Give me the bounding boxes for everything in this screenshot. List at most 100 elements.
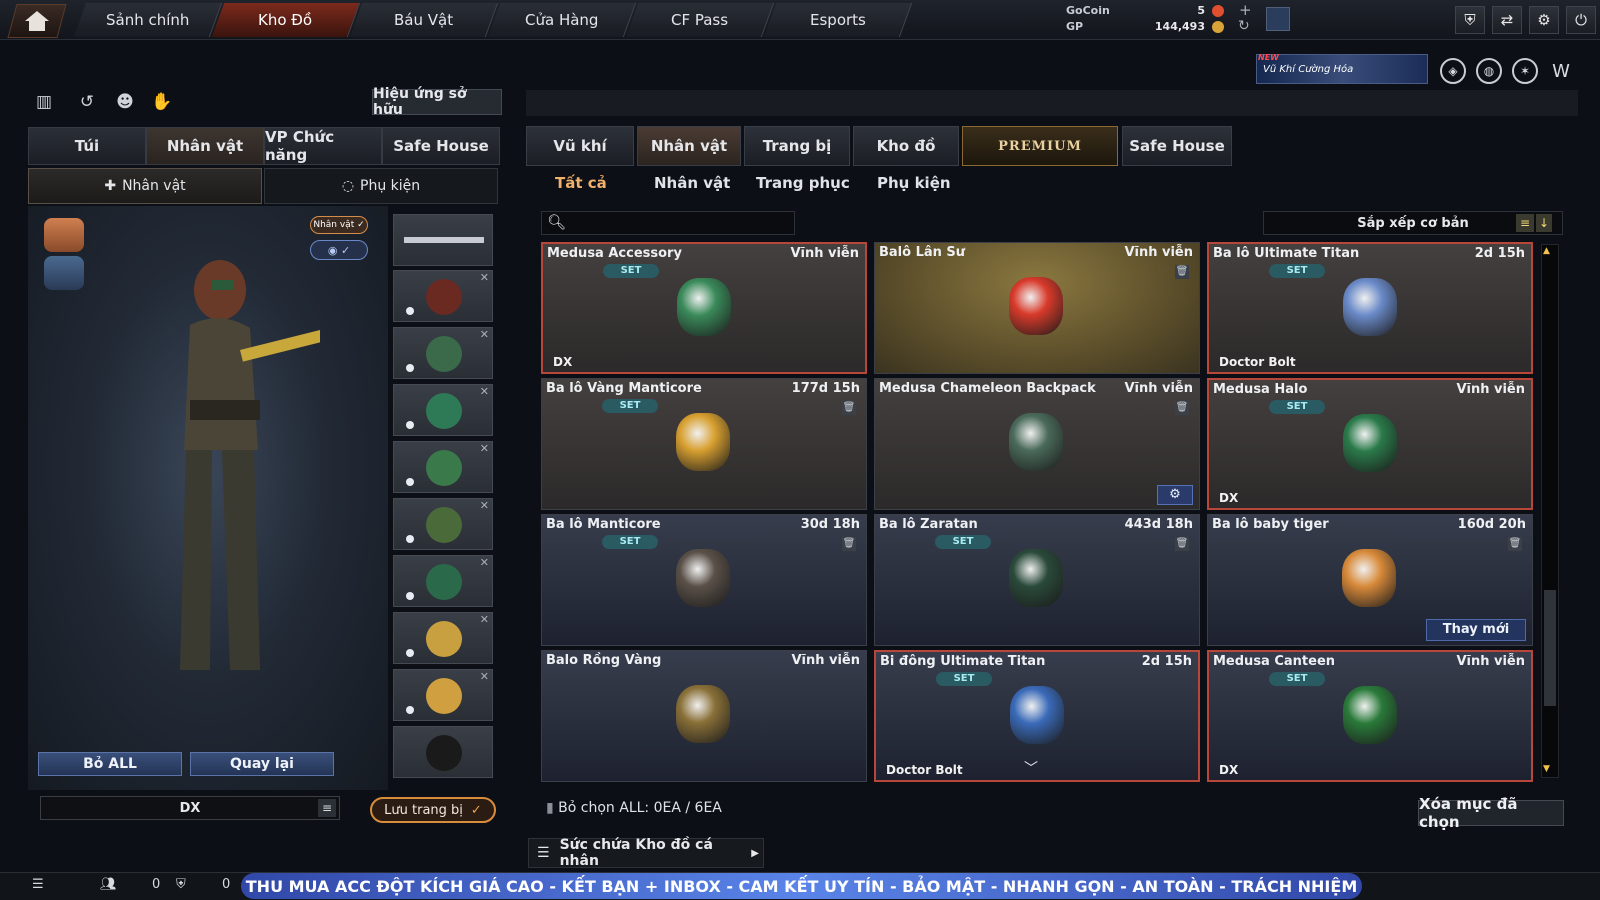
- trash-icon[interactable]: 🗑︎: [1175, 537, 1189, 551]
- equip-slot[interactable]: [393, 726, 493, 778]
- home-button[interactable]: [7, 4, 67, 38]
- character-icon[interactable]: ☻: [114, 92, 136, 114]
- remove-icon[interactable]: ✕: [480, 670, 489, 683]
- remove-icon[interactable]: ✕: [480, 499, 489, 512]
- sort-order-icon[interactable]: ↓: [1536, 214, 1552, 232]
- search-icon[interactable]: 🔍︎: [547, 213, 566, 231]
- remove-icon[interactable]: ✕: [480, 613, 489, 626]
- category-tab[interactable]: PREMIUM: [962, 126, 1118, 166]
- delete-selected-button[interactable]: Xóa mục đã chọn: [1418, 795, 1564, 831]
- remove-icon[interactable]: ✕: [480, 556, 489, 569]
- equip-slot[interactable]: [393, 214, 493, 266]
- category-tab[interactable]: Nhân vật: [637, 126, 741, 166]
- nav-tab[interactable]: Cửa Hàng: [487, 3, 637, 37]
- character-tag[interactable]: Nhân vật ✓: [310, 216, 368, 234]
- v-logo-icon[interactable]: W: [1548, 58, 1574, 84]
- item-card[interactable]: Ba lô Vàng Manticore 177d 15h SET 🗑︎: [541, 378, 867, 510]
- equip-slot[interactable]: ✕: [393, 384, 493, 436]
- trash-icon[interactable]: 🗑︎: [842, 401, 856, 415]
- remove-icon[interactable]: ✕: [480, 271, 489, 284]
- back-button[interactable]: Quay lại: [190, 752, 334, 776]
- preset-select[interactable]: DX: [40, 796, 340, 820]
- item-card[interactable]: Balô Lân Sư Vĩnh viễn 🗑︎: [874, 242, 1200, 374]
- nav-tab[interactable]: Esports: [763, 3, 913, 37]
- item-card[interactable]: Medusa Canteen Vĩnh viễn SET DX: [1207, 650, 1533, 782]
- star-map-icon[interactable]: [1266, 7, 1290, 31]
- list-icon[interactable]: ☰: [32, 877, 44, 892]
- item-card[interactable]: Ba lô Ultimate Titan 2d 15h SET Doctor Bolt: [1207, 242, 1533, 374]
- item-card[interactable]: Balo Rồng Vàng Vĩnh viễn: [541, 650, 867, 782]
- category-tab[interactable]: Vũ khí: [526, 126, 634, 166]
- trash-icon[interactable]: 🗑︎: [1508, 537, 1522, 551]
- filter-tab[interactable]: Phụ kiện: [877, 174, 951, 196]
- item-card[interactable]: Medusa Halo Vĩnh viễn SET DX: [1207, 378, 1533, 510]
- left-tab[interactable]: VP Chức năng: [264, 127, 382, 165]
- exchange-icon[interactable]: ⇄: [1492, 6, 1522, 34]
- nav-tab[interactable]: Sảnh chính: [73, 3, 223, 37]
- equip-slot[interactable]: ✕: [393, 327, 493, 379]
- equip-slot[interactable]: ✕: [393, 612, 493, 664]
- globe-icon[interactable]: ◍: [1476, 58, 1502, 84]
- owned-effects-button[interactable]: Hiệu ứng sở hữu: [372, 86, 502, 118]
- search-input[interactable]: [541, 211, 795, 235]
- category-tab[interactable]: Safe House: [1122, 126, 1232, 166]
- shield-icon[interactable]: ⛨: [1455, 6, 1485, 34]
- remove-icon[interactable]: ✕: [480, 385, 489, 398]
- deselect-all[interactable]: ▮ Bỏ chọn ALL: 0EA / 6EA: [546, 800, 722, 816]
- replace-button[interactable]: Thay mới: [1426, 619, 1526, 641]
- trash-icon[interactable]: 🗑︎: [1175, 265, 1189, 279]
- remove-icon[interactable]: ✕: [480, 442, 489, 455]
- wolf-icon[interactable]: ✶: [1512, 58, 1538, 84]
- scroll-thumb[interactable]: [1544, 590, 1556, 706]
- left-tab[interactable]: Safe House: [382, 127, 500, 165]
- subtab-character[interactable]: ✚ Nhân vật: [28, 168, 262, 204]
- category-tab[interactable]: Trang bị: [744, 126, 850, 166]
- nav-tab[interactable]: Báu Vật: [349, 3, 499, 37]
- refresh-icon[interactable]: ↻: [1238, 18, 1250, 34]
- list-view-icon[interactable]: ≡: [1516, 214, 1534, 232]
- equip-slot[interactable]: ✕: [393, 441, 493, 493]
- add-icon[interactable]: +: [1239, 1, 1252, 19]
- item-card[interactable]: Bi đông Ultimate Titan 2d 15h SET Doctor Bo…: [874, 650, 1200, 782]
- view-toggle[interactable]: ◉ ✓: [310, 240, 368, 260]
- trash-icon[interactable]: 🗑︎: [1175, 401, 1189, 415]
- emblem-icon[interactable]: ◈: [1440, 58, 1466, 84]
- filter-tab[interactable]: Trang phục: [756, 174, 850, 196]
- item-card[interactable]: Medusa Chameleon Backpack Vĩnh viễn 🗑︎ ⚙: [874, 378, 1200, 510]
- history-icon[interactable]: ↺: [76, 92, 98, 114]
- promo-banner[interactable]: Vũ Khí Cường Hóa: [1256, 54, 1428, 84]
- item-card[interactable]: Ba lô Manticore 30d 18h SET 🗑︎: [541, 514, 867, 646]
- filter-tab[interactable]: Tất cả: [555, 174, 607, 196]
- class-badge-icon[interactable]: [44, 218, 84, 252]
- chevron-down-icon[interactable]: ﹀: [1024, 758, 1038, 778]
- trash-icon[interactable]: 🗑︎: [842, 537, 856, 551]
- storage-capacity[interactable]: ☰ Sức chứa Kho đồ cá nhân ▶: [528, 837, 764, 869]
- item-card[interactable]: Ba lô baby tiger 160d 20h 🗑︎ Thay mới: [1207, 514, 1533, 646]
- left-tab[interactable]: Nhân vật: [146, 127, 264, 165]
- equip-slot[interactable]: ✕: [393, 498, 493, 550]
- category-tab[interactable]: Kho đồ: [853, 126, 959, 166]
- filter-tab[interactable]: Nhân vật: [654, 174, 730, 196]
- settings-gear-icon[interactable]: ⚙: [1157, 485, 1193, 505]
- nav-tab[interactable]: Kho Đồ: [211, 3, 361, 37]
- scroll-up-icon[interactable]: ▲: [1543, 246, 1550, 256]
- item-card[interactable]: Ba lô Zaratan 443d 18h SET 🗑︎: [874, 514, 1200, 646]
- power-icon[interactable]: ⏻: [1566, 6, 1596, 34]
- item-card[interactable]: Medusa Accessory Vĩnh viễn SET DX: [541, 242, 867, 374]
- remove-icon[interactable]: ✕: [480, 328, 489, 341]
- clan-icon[interactable]: ⛨: [176, 877, 186, 892]
- equip-slot[interactable]: ✕: [393, 669, 493, 721]
- subtab-accessory[interactable]: ◌ Phụ kiện: [264, 168, 498, 204]
- clear-all-button[interactable]: Bỏ ALL: [38, 752, 182, 776]
- scroll-down-icon[interactable]: ▼: [1543, 764, 1550, 774]
- left-tab[interactable]: Túi: [28, 127, 146, 165]
- friends-icon[interactable]: 👥︎: [100, 877, 117, 892]
- equip-slot[interactable]: ✕: [393, 555, 493, 607]
- nav-tab[interactable]: CF Pass: [625, 3, 775, 37]
- save-loadout-button[interactable]: Lưu trang bị ✓: [370, 797, 496, 823]
- ranking-icon[interactable]: ▥: [33, 92, 55, 114]
- gear-icon[interactable]: ⚙: [1529, 6, 1559, 34]
- menu-icon[interactable]: ≡: [318, 799, 336, 817]
- class-badge-alt-icon[interactable]: [44, 256, 84, 290]
- glove-icon[interactable]: ✋: [151, 92, 173, 114]
